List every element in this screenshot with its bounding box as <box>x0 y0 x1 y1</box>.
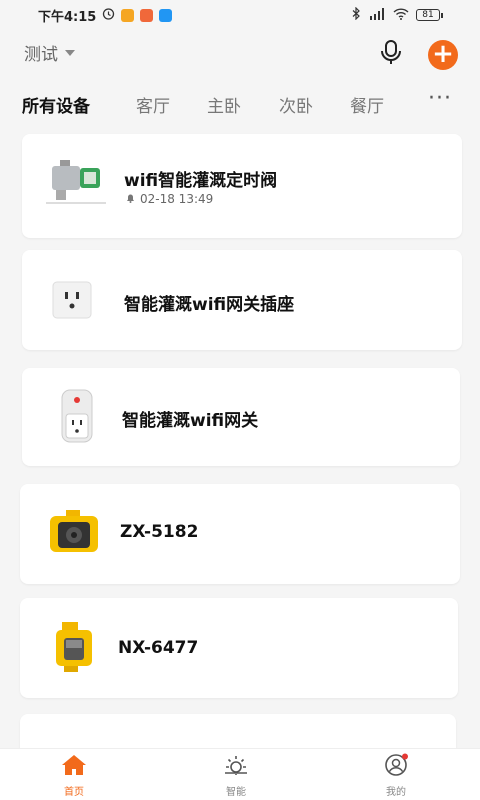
home-name: 测试 <box>24 45 58 65</box>
device-card[interactable]: NX-6477 <box>20 598 458 698</box>
device-thumbnail <box>52 280 92 320</box>
status-bar: 下午4:15 81 <box>0 0 480 30</box>
device-card[interactable]: wifi智能灌溉定时阀 02-18 13:49 <box>22 134 462 238</box>
device-name: ZX-5182 <box>120 522 199 542</box>
user-icon <box>382 753 410 781</box>
home-icon <box>60 755 88 781</box>
device-subtitle: 02-18 13:49 <box>126 192 213 206</box>
microphone-button[interactable] <box>378 38 404 68</box>
home-selector[interactable]: 测试 <box>24 40 75 65</box>
more-icon[interactable]: ··· <box>428 88 452 110</box>
add-device-button[interactable]: + <box>428 40 458 70</box>
device-card[interactable]: ZX-5182 <box>20 484 460 584</box>
caret-down-icon <box>65 49 75 56</box>
nav-label: 智能 <box>226 787 246 798</box>
status-left: 下午4:15 <box>38 6 173 25</box>
device-name: NX-6477 <box>118 638 199 658</box>
device-name: 智能灌溉wifi网关插座 <box>124 295 295 315</box>
device-thumbnail <box>52 620 96 674</box>
tab-second-bedroom[interactable]: 次卧 <box>279 92 313 117</box>
alarm-icon <box>102 7 115 24</box>
tab-master-bedroom[interactable]: 主卧 <box>207 92 241 117</box>
tab-dining-room[interactable]: 餐厅 <box>350 92 384 117</box>
tab-all-devices[interactable]: 所有设备 <box>22 92 90 117</box>
nav-profile[interactable]: 我的 <box>366 753 426 798</box>
device-thumbnail <box>48 508 100 556</box>
nav-home[interactable]: 首页 <box>44 753 104 798</box>
device-name: wifi智能灌溉定时阀 <box>124 171 278 191</box>
device-card[interactable]: 智能灌溉wifi网关插座 <box>22 250 462 350</box>
bottom-nav: 首页 智能 我的 <box>0 748 480 800</box>
battery-level: 81 <box>422 10 434 20</box>
bell-icon <box>126 192 135 206</box>
status-right: 81 <box>352 6 443 23</box>
device-thumbnail <box>46 156 106 210</box>
battery-icon: 81 <box>416 9 443 21</box>
nav-label: 首页 <box>64 787 84 798</box>
microphone-icon <box>378 40 404 72</box>
status-time: 下午4:15 <box>38 9 97 25</box>
signal-icon <box>368 7 386 23</box>
device-card[interactable]: 智能灌溉wifi网关 <box>22 368 460 466</box>
nav-label: 我的 <box>386 787 406 798</box>
app-notification-icon <box>159 8 173 22</box>
tab-living-room[interactable]: 客厅 <box>136 92 170 117</box>
wifi-icon <box>393 7 409 23</box>
device-thumbnail <box>60 388 94 444</box>
sun-icon <box>222 756 250 781</box>
device-timestamp: 02-18 13:49 <box>140 192 214 206</box>
app-notification-icon <box>140 8 154 22</box>
header: 测试 + <box>0 36 480 70</box>
room-tabs: 所有设备 客厅 主卧 次卧 餐厅 ··· <box>0 86 480 122</box>
add-icon: + <box>432 39 454 69</box>
bluetooth-icon <box>352 6 361 23</box>
app-notification-icon <box>121 8 135 22</box>
nav-smart[interactable]: 智能 <box>206 753 266 798</box>
device-name: 智能灌溉wifi网关 <box>122 411 259 431</box>
